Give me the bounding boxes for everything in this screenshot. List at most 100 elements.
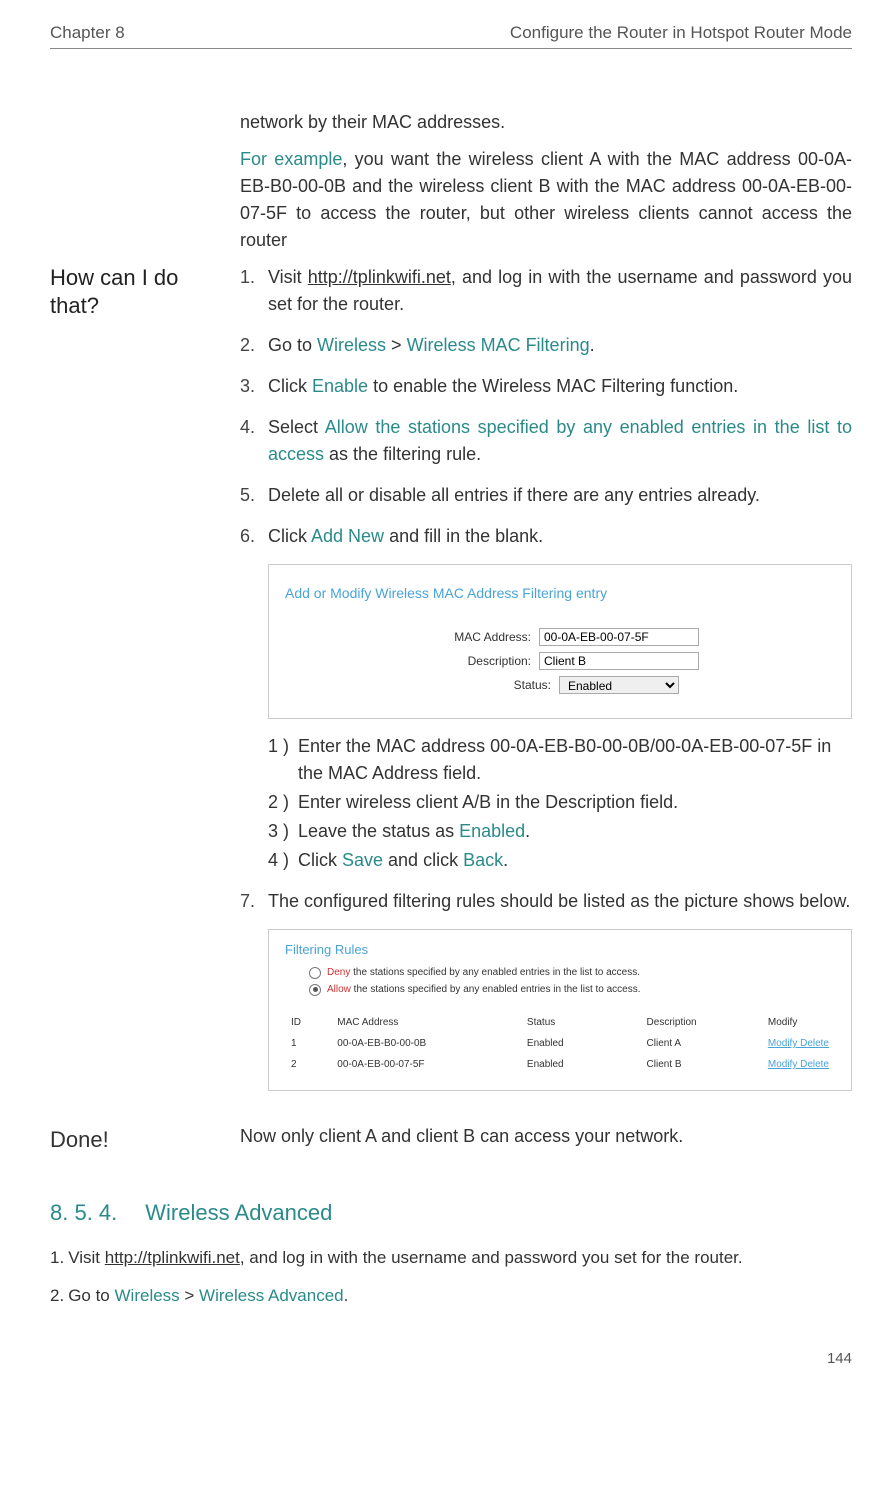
step-num: 2. [240, 332, 268, 359]
sub-text: . [525, 821, 530, 841]
cell-modify-link[interactable]: Modify Delete [764, 1034, 833, 1053]
cell-status: Enabled [523, 1034, 641, 1053]
add-new-label: Add New [311, 526, 384, 546]
bottom-step-1: 1.Visit http://tplinkwifi.net, and log i… [50, 1245, 852, 1271]
description-input[interactable] [539, 652, 699, 670]
step-text: Click [268, 526, 311, 546]
deny-word: Deny [327, 967, 350, 978]
step-text: Visit [68, 1248, 105, 1267]
sub-text: . [503, 850, 508, 870]
step-text: Delete all or disable all entries if the… [268, 482, 852, 509]
allow-text: the stations specified by any enabled en… [351, 984, 641, 995]
sub-text: Enter wireless client A/B in the Descrip… [298, 789, 852, 816]
cell-mac: 00-0A-EB-00-07-5F [333, 1055, 521, 1074]
sep: > [180, 1286, 199, 1305]
step-text: Go to [68, 1286, 114, 1305]
sub-text: Click [298, 850, 342, 870]
tplink-url[interactable]: http://tplinkwifi.net [308, 267, 451, 287]
radio-selected-icon [309, 984, 321, 996]
step-text: Click [268, 376, 312, 396]
back-label: Back [463, 850, 503, 870]
screenshot-add-entry: Add or Modify Wireless MAC Address Filte… [268, 564, 852, 719]
menu-mac-filtering: Wireless MAC Filtering [407, 335, 590, 355]
status-label: Status: [441, 676, 551, 694]
table-row: 1 00-0A-EB-B0-00-0B Enabled Client A Mod… [287, 1034, 833, 1053]
substep-1: 1 ) Enter the MAC address 00-0A-EB-B0-00… [268, 733, 852, 787]
step-4: 4. Select Allow the stations specified b… [240, 414, 852, 468]
mac-input[interactable] [539, 628, 699, 646]
step-text: Select [268, 417, 325, 437]
radio-icon [309, 967, 321, 979]
section-number: 8. 5. 4. [50, 1200, 117, 1225]
save-label: Save [342, 850, 383, 870]
section-title: Wireless Advanced [145, 1200, 332, 1225]
step-text: Go to [268, 335, 317, 355]
step-text: as the filtering rule. [324, 444, 481, 464]
cell-desc: Client A [643, 1034, 762, 1053]
sep: > [386, 335, 407, 355]
shot-title: Add or Modify Wireless MAC Address Filte… [285, 583, 835, 604]
substep-2: 2 ) Enter wireless client A/B in the Des… [268, 789, 852, 816]
col-status: Status [523, 1013, 641, 1032]
sub-text: Enter the MAC address 00-0A-EB-B0-00-0B/… [298, 733, 852, 787]
page-header: Chapter 8 Configure the Router in Hotspo… [50, 20, 852, 49]
step-num: 1. [240, 264, 268, 318]
substep-4: 4 ) Click Save and click Back. [268, 847, 852, 874]
step-6: 6. Click Add New and fill in the blank. [240, 523, 852, 550]
step-num: 4. [240, 414, 268, 468]
enabled-label: Enabled [459, 821, 525, 841]
cell-mac: 00-0A-EB-B0-00-0B [333, 1034, 521, 1053]
done-label: Done! [50, 1123, 220, 1156]
rules-table: ID MAC Address Status Description Modify… [285, 1011, 835, 1076]
step-7: 7. The configured filtering rules should… [240, 888, 852, 915]
step-text: . [344, 1286, 349, 1305]
cell-id: 1 [287, 1034, 331, 1053]
step-num: 3. [240, 373, 268, 400]
section-heading: 8. 5. 4. Wireless Advanced [50, 1196, 852, 1229]
step-1: 1. Visit http://tplinkwifi.net, and log … [240, 264, 852, 318]
sub-num: 4 ) [268, 847, 298, 874]
cell-id: 2 [287, 1055, 331, 1074]
side-heading: How can I do that? [50, 264, 220, 1106]
step-3: 3. Click Enable to enable the Wireless M… [240, 373, 852, 400]
bottom-step-2: 2.Go to Wireless > Wireless Advanced. [50, 1283, 852, 1309]
chapter-label: Chapter 8 [50, 20, 125, 46]
col-id: ID [287, 1013, 331, 1032]
step-text: The configured filtering rules should be… [268, 888, 852, 915]
allow-rule[interactable]: Allow the stations specified by any enab… [309, 982, 835, 997]
menu-wireless-advanced: Wireless Advanced [199, 1286, 344, 1305]
table-header: ID MAC Address Status Description Modify [287, 1013, 833, 1032]
col-modify: Modify [764, 1013, 833, 1032]
cell-desc: Client B [643, 1055, 762, 1074]
deny-text: the stations specified by any enabled en… [350, 967, 640, 978]
rules-title: Filtering Rules [285, 940, 835, 960]
step-2: 2. Go to Wireless > Wireless MAC Filteri… [240, 332, 852, 359]
allow-word: Allow [327, 984, 351, 995]
sub-num: 2 ) [268, 789, 298, 816]
step-text: to enable the Wireless MAC Filtering fun… [368, 376, 738, 396]
step-text: Visit [268, 267, 308, 287]
deny-rule[interactable]: Deny the stations specified by any enabl… [309, 965, 835, 980]
step-num: 5. [240, 482, 268, 509]
done-text: Now only client A and client B can acces… [240, 1123, 852, 1156]
example-label: For example [240, 149, 342, 169]
step-text: , and log in with the username and passw… [240, 1248, 743, 1267]
enable-label: Enable [312, 376, 368, 396]
col-desc: Description [643, 1013, 762, 1032]
status-select[interactable]: Enabled [559, 676, 679, 694]
tplink-url[interactable]: http://tplinkwifi.net [105, 1248, 240, 1267]
mac-label: MAC Address: [421, 628, 531, 646]
sub-text: and click [383, 850, 463, 870]
table-row: 2 00-0A-EB-00-07-5F Enabled Client B Mod… [287, 1055, 833, 1074]
sub-text: Leave the status as [298, 821, 459, 841]
step-text: and fill in the blank. [384, 526, 543, 546]
menu-wireless: Wireless [115, 1286, 180, 1305]
step-5: 5. Delete all or disable all entries if … [240, 482, 852, 509]
step-num: 6. [240, 523, 268, 550]
step-num: 7. [240, 888, 268, 915]
sub-num: 1 ) [268, 733, 298, 787]
cell-modify-link[interactable]: Modify Delete [764, 1055, 833, 1074]
step-num: 2. [50, 1286, 64, 1305]
cell-status: Enabled [523, 1055, 641, 1074]
page-title: Configure the Router in Hotspot Router M… [510, 20, 852, 46]
